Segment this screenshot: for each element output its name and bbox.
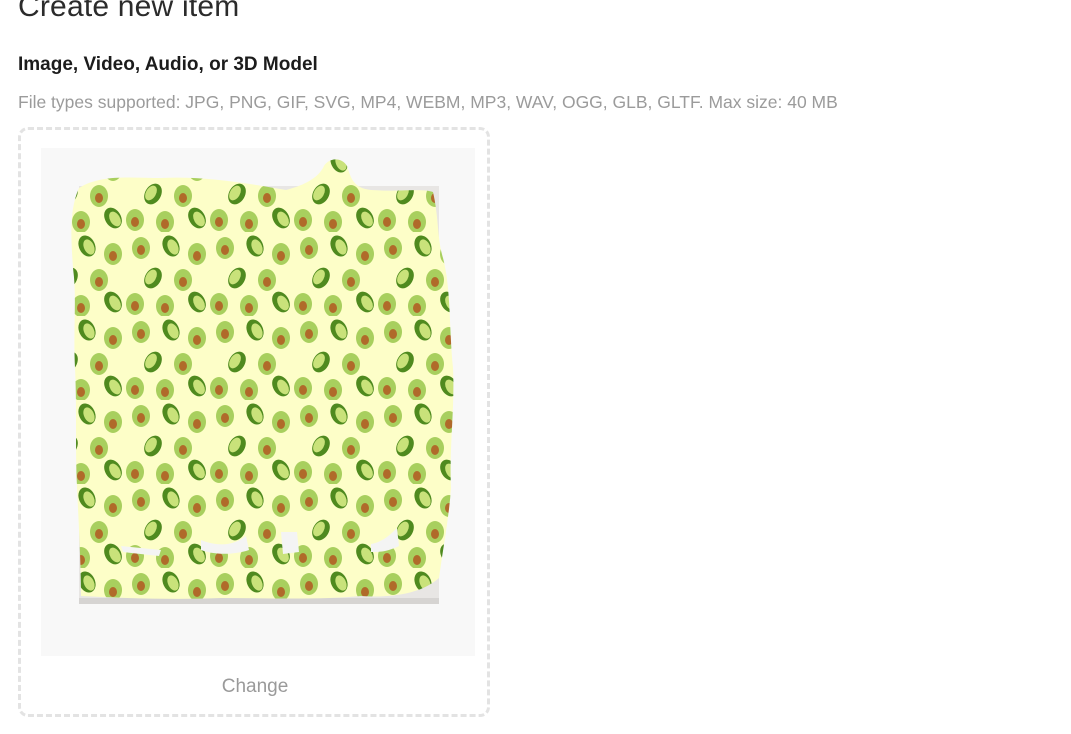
avocado-pattern-image xyxy=(71,159,454,604)
preview-frame xyxy=(41,148,475,656)
page-title: Create new item xyxy=(18,0,240,23)
change-file-button[interactable]: Change xyxy=(180,672,330,702)
upload-file-types-hint: File types supported: JPG, PNG, GIF, SVG… xyxy=(18,92,838,112)
upload-field-label: Image, Video, Audio, or 3D Model xyxy=(18,54,318,75)
create-item-page: Create new item Image, Video, Audio, or … xyxy=(0,0,1071,734)
